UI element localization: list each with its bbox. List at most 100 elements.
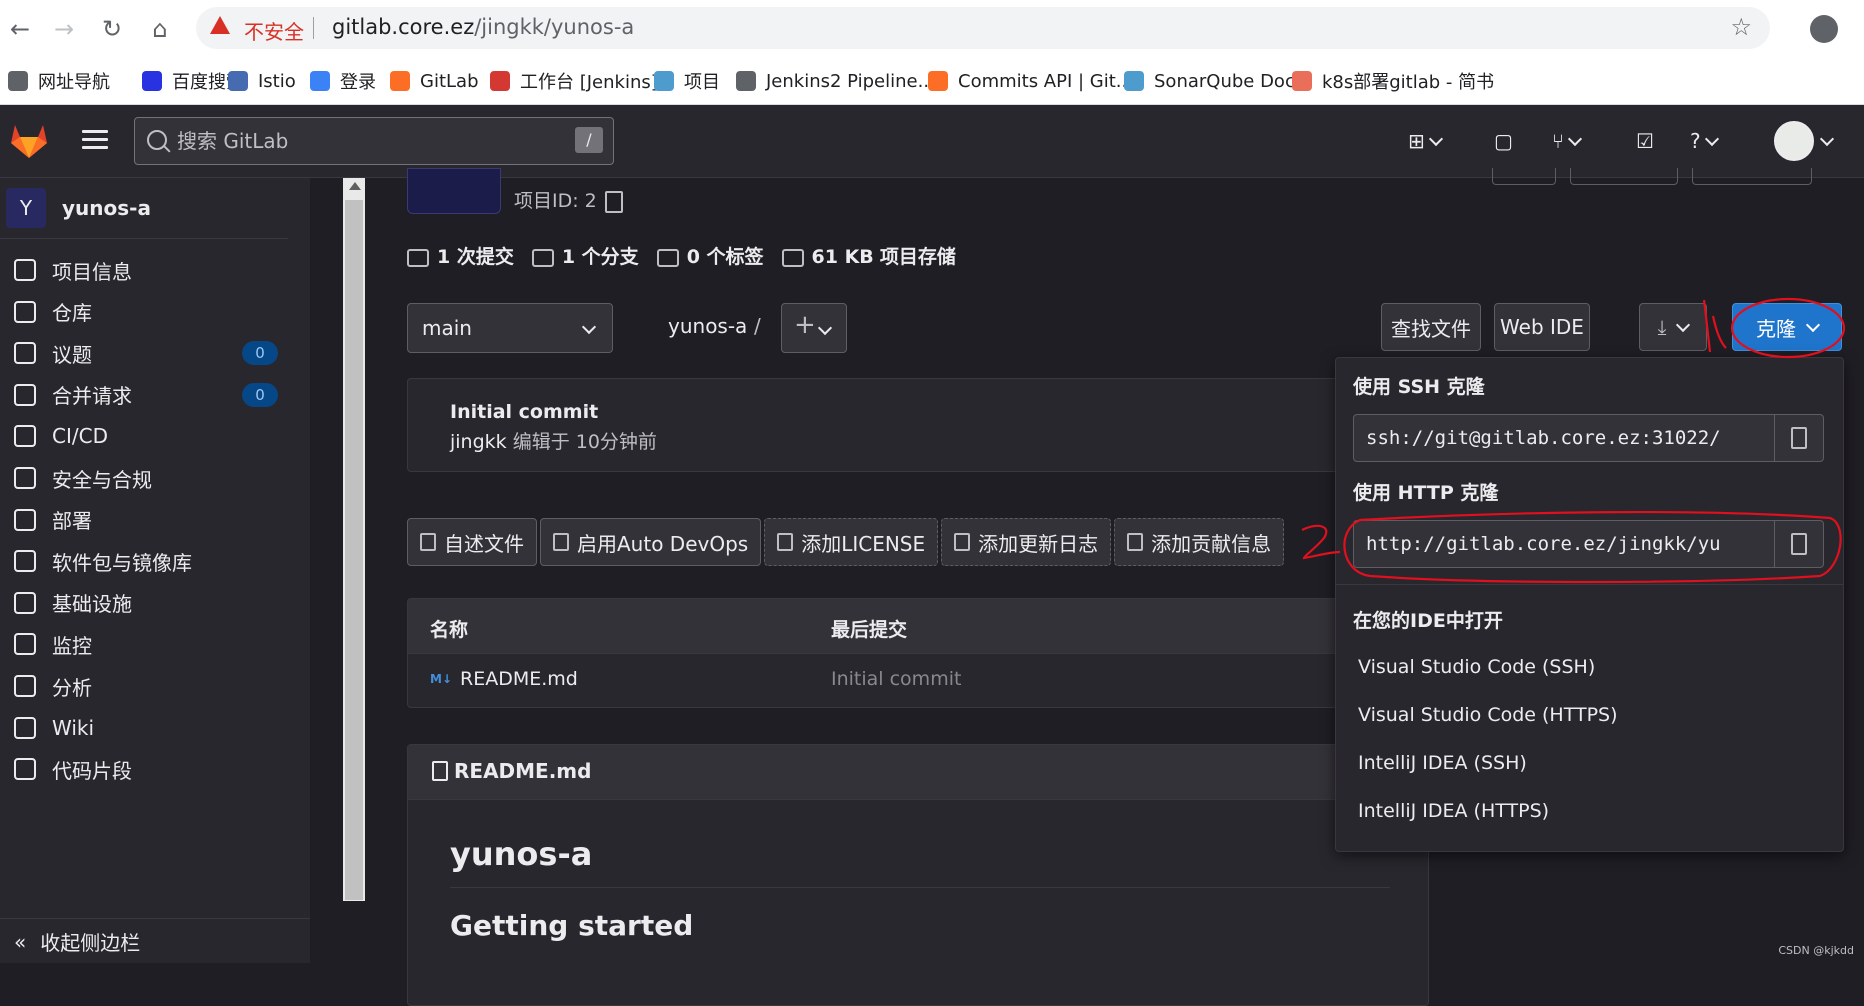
user-menu-chevron[interactable] [1819, 125, 1835, 157]
download-button[interactable]: ⤓ [1639, 303, 1707, 351]
bookmark-item[interactable]: SonarQube Docs [1124, 66, 1304, 96]
sidebar-item-label: 代码片段 [52, 758, 132, 783]
star-button-partial[interactable] [1570, 168, 1678, 185]
user-avatar[interactable] [1774, 121, 1814, 161]
web-ide-button[interactable]: Web IDE [1494, 303, 1590, 351]
scroll-up-arrow-icon[interactable] [349, 182, 361, 190]
project-avatar: Y [6, 188, 46, 228]
plus-square-icon [1127, 533, 1144, 551]
branch-selector[interactable]: main [407, 303, 613, 353]
reload-icon[interactable]: ↻ [94, 11, 130, 47]
commit-author[interactable]: jingkk [450, 431, 507, 453]
breadcrumb-project[interactable]: yunos-a [668, 314, 747, 338]
ssh-url-input[interactable] [1353, 414, 1775, 462]
sidebar-item-6[interactable]: 部署 [0, 498, 288, 542]
suggestion-button-3[interactable]: 添加更新日志 [941, 518, 1112, 566]
istio-sail-icon [228, 71, 248, 91]
gitlab-search[interactable]: / [134, 117, 614, 165]
project-info-icon [14, 259, 36, 281]
sidebar-item-10[interactable]: 分析 [0, 664, 288, 708]
ide-item-intellij-ssh[interactable]: IntelliJ IDEA (SSH) [1358, 752, 1527, 774]
column-name: 名称 [430, 619, 469, 641]
chevron-down-icon [581, 319, 597, 335]
bookmark-item[interactable]: Istio [228, 66, 296, 96]
browser-account-icon[interactable] [1810, 15, 1838, 43]
sidebar-item-1[interactable]: 仓库 [0, 290, 288, 334]
bookmark-item[interactable]: Jenkins2 Pipeline... [736, 66, 935, 96]
sidebar-item-11[interactable]: Wiki [0, 706, 288, 750]
bookmark-item[interactable]: 项目 [654, 66, 720, 96]
copy-icon[interactable] [604, 190, 623, 213]
suggestion-button-0[interactable]: 自述文件 [407, 518, 537, 566]
home-icon[interactable]: ⌂ [142, 11, 178, 47]
bookmark-item[interactable]: 登录 [310, 66, 376, 96]
suggestion-button-1[interactable]: 启用Auto DevOps [540, 518, 762, 566]
gitlab-logo-icon[interactable] [8, 119, 50, 161]
issues-shortcut-icon[interactable]: ▢ [1494, 125, 1513, 157]
http-url-input[interactable] [1353, 520, 1775, 568]
chevron-down-icon [817, 320, 833, 336]
commits-stat[interactable]: 1 次提交 [407, 242, 514, 269]
ide-item-vscode-ssh[interactable]: Visual Studio Code (SSH) [1358, 656, 1595, 678]
add-file-dropdown[interactable]: + [781, 303, 847, 353]
sidebar-item-12[interactable]: 代码片段 [0, 747, 288, 791]
fork-button-partial[interactable] [1692, 168, 1812, 185]
scrollbar-thumb[interactable] [345, 200, 363, 900]
globe-icon [736, 71, 756, 91]
file-name[interactable]: README.md [460, 668, 578, 690]
sidebar-item-8[interactable]: 基础设施 [0, 581, 288, 625]
deployments-icon [14, 508, 36, 531]
sidebar-item-label: Wiki [52, 715, 95, 740]
bookmark-item[interactable]: 网址导航 [8, 66, 110, 96]
clone-button[interactable]: 克隆 [1732, 303, 1842, 351]
find-file-button[interactable]: 查找文件 [1381, 303, 1481, 351]
sidebar-item-7[interactable]: 软件包与镜像库 [0, 539, 288, 583]
plus-icon: + [794, 310, 816, 340]
notification-button-partial[interactable] [1492, 168, 1556, 185]
todo-checkbox-icon[interactable]: ☑ [1636, 125, 1654, 157]
menu-hamburger-icon[interactable] [82, 130, 108, 150]
sidebar-item-0[interactable]: 项目信息 [0, 248, 288, 292]
sidebar-item-4[interactable]: CI/CD [0, 414, 288, 458]
ide-item-intellij-https[interactable]: IntelliJ IDEA (HTTPS) [1358, 800, 1549, 822]
file-last-commit[interactable]: Initial commit [831, 668, 961, 690]
bookmark-item[interactable]: k8s部署gitlab - 简书 [1292, 66, 1494, 96]
url-divider [313, 17, 314, 39]
branches-stat[interactable]: 1 个分支 [531, 242, 639, 269]
sidebar-project-header[interactable]: Y yunos-a [0, 178, 288, 239]
sidebar-item-2[interactable]: 议题 0 [0, 331, 288, 375]
help-button[interactable]: ? [1690, 125, 1719, 157]
storage-stat[interactable]: 61 KB 项目存储 [781, 242, 956, 269]
commit-meta: jingkk 编辑于 10分钟前 [450, 427, 657, 454]
sidebar-item-5[interactable]: 安全与合规 [0, 456, 288, 500]
http-clone-field [1353, 520, 1824, 568]
sidebar-item-3[interactable]: 合并请求 0 [0, 373, 288, 417]
ide-item-vscode-https[interactable]: Visual Studio Code (HTTPS) [1358, 704, 1618, 726]
back-arrow-icon[interactable]: ← [2, 11, 38, 47]
breadcrumb-separator: / [754, 314, 761, 338]
bookmark-item[interactable]: GitLab [390, 66, 479, 96]
address-bar[interactable]: 不安全 gitlab.core.ez/jingkk/yunos-a ☆ [196, 7, 1770, 49]
copy-ssh-button[interactable] [1774, 414, 1824, 462]
readme-filename[interactable]: README.md [454, 759, 591, 783]
table-row[interactable]: M↓ README.md Initial commit [408, 654, 1428, 706]
chevron-down-icon [1428, 131, 1443, 146]
commit-title[interactable]: Initial commit [450, 401, 598, 423]
book-icon [14, 716, 36, 739]
collapse-sidebar-button[interactable]: « 收起侧边栏 [0, 918, 310, 964]
sidebar-item-9[interactable]: 监控 [0, 622, 288, 666]
tags-stat[interactable]: 0 个标签 [656, 242, 764, 269]
search-input[interactable] [175, 126, 559, 156]
url-text[interactable]: gitlab.core.ez/jingkk/yunos-a [332, 15, 634, 39]
sidebar-scrollbar[interactable] [343, 178, 365, 901]
bookmark-item[interactable]: Commits API | Git... [928, 66, 1133, 96]
forward-arrow-icon[interactable]: → [46, 11, 82, 47]
suggestion-button-2[interactable]: 添加LICENSE [764, 518, 939, 566]
copy-http-button[interactable] [1774, 520, 1824, 568]
bookmark-item[interactable]: 工作台 [Jenkins] [490, 66, 658, 96]
suggestion-button-4[interactable]: 添加贡献信息 [1114, 518, 1285, 566]
merge-requests-shortcut[interactable]: ⑂ [1552, 125, 1583, 157]
create-new-button[interactable]: ⊞ [1408, 125, 1443, 157]
collapse-sidebar-label: 收起侧边栏 [40, 931, 141, 955]
bookmark-star-icon[interactable]: ☆ [1730, 13, 1752, 41]
